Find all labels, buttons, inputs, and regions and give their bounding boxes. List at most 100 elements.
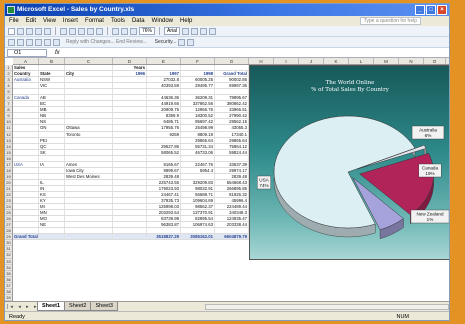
- cell-e[interactable]: 24467.41: [147, 191, 181, 198]
- cell-a[interactable]: [13, 179, 39, 185]
- menu-help[interactable]: Help: [180, 16, 192, 26]
- cell-d[interactable]: [113, 161, 147, 167]
- cell-f[interactable]: [181, 65, 215, 71]
- cell-a[interactable]: [13, 149, 39, 155]
- cell-f[interactable]: 98562.37: [181, 204, 215, 210]
- menu-insert[interactable]: Insert: [63, 16, 78, 26]
- cell-g[interactable]: 69997.36: [215, 83, 249, 89]
- cell-d[interactable]: [113, 119, 147, 125]
- cell-d[interactable]: [113, 149, 147, 155]
- cell-d[interactable]: 1996: [113, 71, 147, 77]
- cell-f[interactable]: 25498.99: [181, 125, 215, 131]
- tab-sheet2[interactable]: Sheet2: [64, 302, 92, 311]
- cell-a[interactable]: [13, 185, 39, 191]
- cell-d[interactable]: [113, 107, 147, 113]
- cell-c[interactable]: [65, 101, 113, 107]
- cell-e[interactable]: [147, 137, 181, 143]
- cell-d[interactable]: [113, 143, 147, 149]
- cell-c[interactable]: [65, 65, 113, 71]
- cell-a[interactable]: [13, 101, 39, 107]
- cell-e[interactable]: [147, 89, 181, 95]
- cell-c[interactable]: [65, 95, 113, 101]
- cell-a[interactable]: [13, 107, 39, 113]
- open-icon[interactable]: [17, 27, 24, 35]
- cell-a[interactable]: [13, 173, 39, 179]
- cell-f[interactable]: 56688.71: [181, 191, 215, 198]
- cell-f[interactable]: 22467.76: [181, 161, 215, 167]
- cell-c[interactable]: Ames: [65, 161, 113, 167]
- cell-g[interactable]: 45996.4: [215, 198, 249, 204]
- tab-sheet3[interactable]: Sheet3: [90, 302, 118, 311]
- review-icon[interactable]: [44, 38, 51, 46]
- cell-c[interactable]: [65, 107, 113, 113]
- cell-a[interactable]: [13, 216, 39, 222]
- cell-g[interactable]: 380862.42: [215, 101, 249, 107]
- cell-a[interactable]: [13, 167, 39, 173]
- cell-c[interactable]: [65, 204, 113, 210]
- cell-d[interactable]: [113, 95, 147, 101]
- cell-e[interactable]: 225743.55: [147, 179, 181, 185]
- cell-f[interactable]: [181, 228, 215, 234]
- column-header[interactable]: L: [349, 58, 374, 64]
- ask-question-input[interactable]: Type a question for help: [359, 17, 421, 25]
- cell-a[interactable]: [13, 83, 39, 89]
- cell-e[interactable]: 58065.52: [147, 149, 181, 155]
- cell-c[interactable]: [65, 137, 113, 143]
- cell-c[interactable]: [65, 191, 113, 198]
- cell-c[interactable]: [65, 149, 113, 155]
- cell-d[interactable]: [113, 131, 147, 137]
- row-header[interactable]: 16: [5, 156, 12, 162]
- column-header[interactable]: I: [274, 58, 299, 64]
- cell-c[interactable]: [65, 179, 113, 185]
- cell-a[interactable]: [13, 113, 39, 119]
- cell-a[interactable]: Country: [13, 71, 39, 77]
- cell-c[interactable]: City: [65, 71, 113, 77]
- cell-f[interactable]: 3085162.01: [181, 234, 215, 240]
- cell-f[interactable]: 109604.69: [181, 198, 215, 204]
- cell-g[interactable]: 203338.44: [215, 222, 249, 228]
- security-button[interactable]: Security...: [155, 39, 177, 45]
- chart-wizard-icon[interactable]: [130, 27, 137, 35]
- copy-icon[interactable]: [69, 27, 76, 35]
- cell-d[interactable]: [113, 191, 147, 198]
- cell-c[interactable]: [65, 113, 113, 119]
- cell-d[interactable]: [113, 185, 147, 191]
- column-header[interactable]: D: [113, 58, 147, 64]
- cell-e[interactable]: 17955.76: [147, 125, 181, 131]
- row-header[interactable]: 14: [5, 144, 12, 150]
- save-icon[interactable]: [26, 27, 33, 35]
- cell-d[interactable]: [113, 234, 147, 240]
- toolbar-icon[interactable]: [178, 38, 186, 46]
- cell-c[interactable]: [65, 89, 113, 95]
- cell-d[interactable]: [113, 204, 147, 210]
- cell-c[interactable]: [65, 234, 113, 240]
- cell-c[interactable]: [65, 77, 113, 83]
- cell-f[interactable]: 95697.42: [181, 119, 215, 125]
- cell-a[interactable]: [13, 131, 39, 137]
- cell-d[interactable]: [113, 125, 147, 131]
- cell-b[interactable]: State: [39, 71, 65, 77]
- row-header[interactable]: 17: [5, 162, 12, 168]
- cell-a[interactable]: [13, 198, 39, 204]
- cell-e[interactable]: 3518837.29: [147, 234, 181, 240]
- cell-d[interactable]: [113, 222, 147, 228]
- cell-e[interactable]: 37935.73: [147, 198, 181, 204]
- menu-view[interactable]: View: [43, 16, 56, 26]
- fx-icon[interactable]: fx: [55, 48, 60, 58]
- cell-g[interactable]: 27990.42: [215, 113, 249, 119]
- cell-f[interactable]: 60005.25: [181, 77, 215, 83]
- review-icon[interactable]: [26, 38, 33, 46]
- cell-a[interactable]: [13, 155, 39, 161]
- row-header[interactable]: 34: [5, 265, 12, 271]
- cell-f[interactable]: [181, 89, 215, 95]
- column-header[interactable]: B: [39, 58, 65, 64]
- cell-g[interactable]: [215, 89, 249, 95]
- cell-a[interactable]: [13, 89, 39, 95]
- cell-d[interactable]: [113, 198, 147, 204]
- cell-g[interactable]: 29865.64: [215, 137, 249, 143]
- cell-a[interactable]: [13, 191, 39, 198]
- toolbar-icon[interactable]: [187, 38, 195, 46]
- cell-d[interactable]: [113, 83, 147, 89]
- cell-g[interactable]: 75864.12: [215, 143, 249, 149]
- cell-d[interactable]: [113, 216, 147, 222]
